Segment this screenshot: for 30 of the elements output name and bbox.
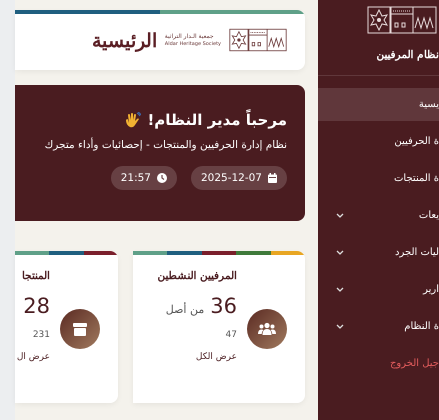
- sidebar-item[interactable]: يعات: [318, 199, 439, 232]
- time-badge: 21:57: [110, 166, 177, 190]
- sidebar-item[interactable]: ة المنتجات: [318, 162, 439, 195]
- waving-hand-icon: [125, 112, 142, 128]
- logo-icon: [229, 28, 287, 52]
- stat-total: 231: [32, 330, 50, 340]
- sidebar-title: نظام المرفيين: [375, 48, 439, 61]
- sidebar-item[interactable]: يسية: [318, 88, 439, 121]
- welcome-title: مرحباً مدير النظام!: [147, 111, 287, 129]
- calendar-icon: [268, 173, 277, 183]
- stat-value: 36: [210, 294, 237, 318]
- view-all-link[interactable]: عرض ال: [16, 352, 50, 362]
- sidebar-item[interactable]: ة النظام: [318, 310, 439, 343]
- box-icon: [73, 322, 87, 336]
- stat-total: 47: [226, 330, 237, 340]
- clock-icon: [156, 173, 167, 183]
- sidebar-item[interactable]: ة الحرفيين: [318, 125, 439, 158]
- stat-caption: من أصل: [166, 303, 204, 316]
- logout-item[interactable]: جيل الخروج: [318, 347, 439, 380]
- stat-title: المرفيين النشطين: [157, 269, 237, 282]
- sidebar-item[interactable]: ارير: [318, 273, 439, 306]
- welcome-subtitle: نظام إدارة الحرفيين والمنتجات - إحصائيات وأداء متجرك: [44, 139, 287, 151]
- sidebar-item[interactable]: ليات الجرد: [318, 236, 439, 269]
- stat-title: المنتجا: [22, 269, 50, 282]
- page-title: الرئيسية: [92, 28, 157, 52]
- logo-icon: [367, 6, 437, 34]
- stat-value: 28: [23, 294, 50, 318]
- people-icon: [258, 322, 276, 336]
- date-badge: 2025-12-07: [190, 166, 287, 190]
- view-all-link[interactable]: عرض الكل: [196, 352, 237, 362]
